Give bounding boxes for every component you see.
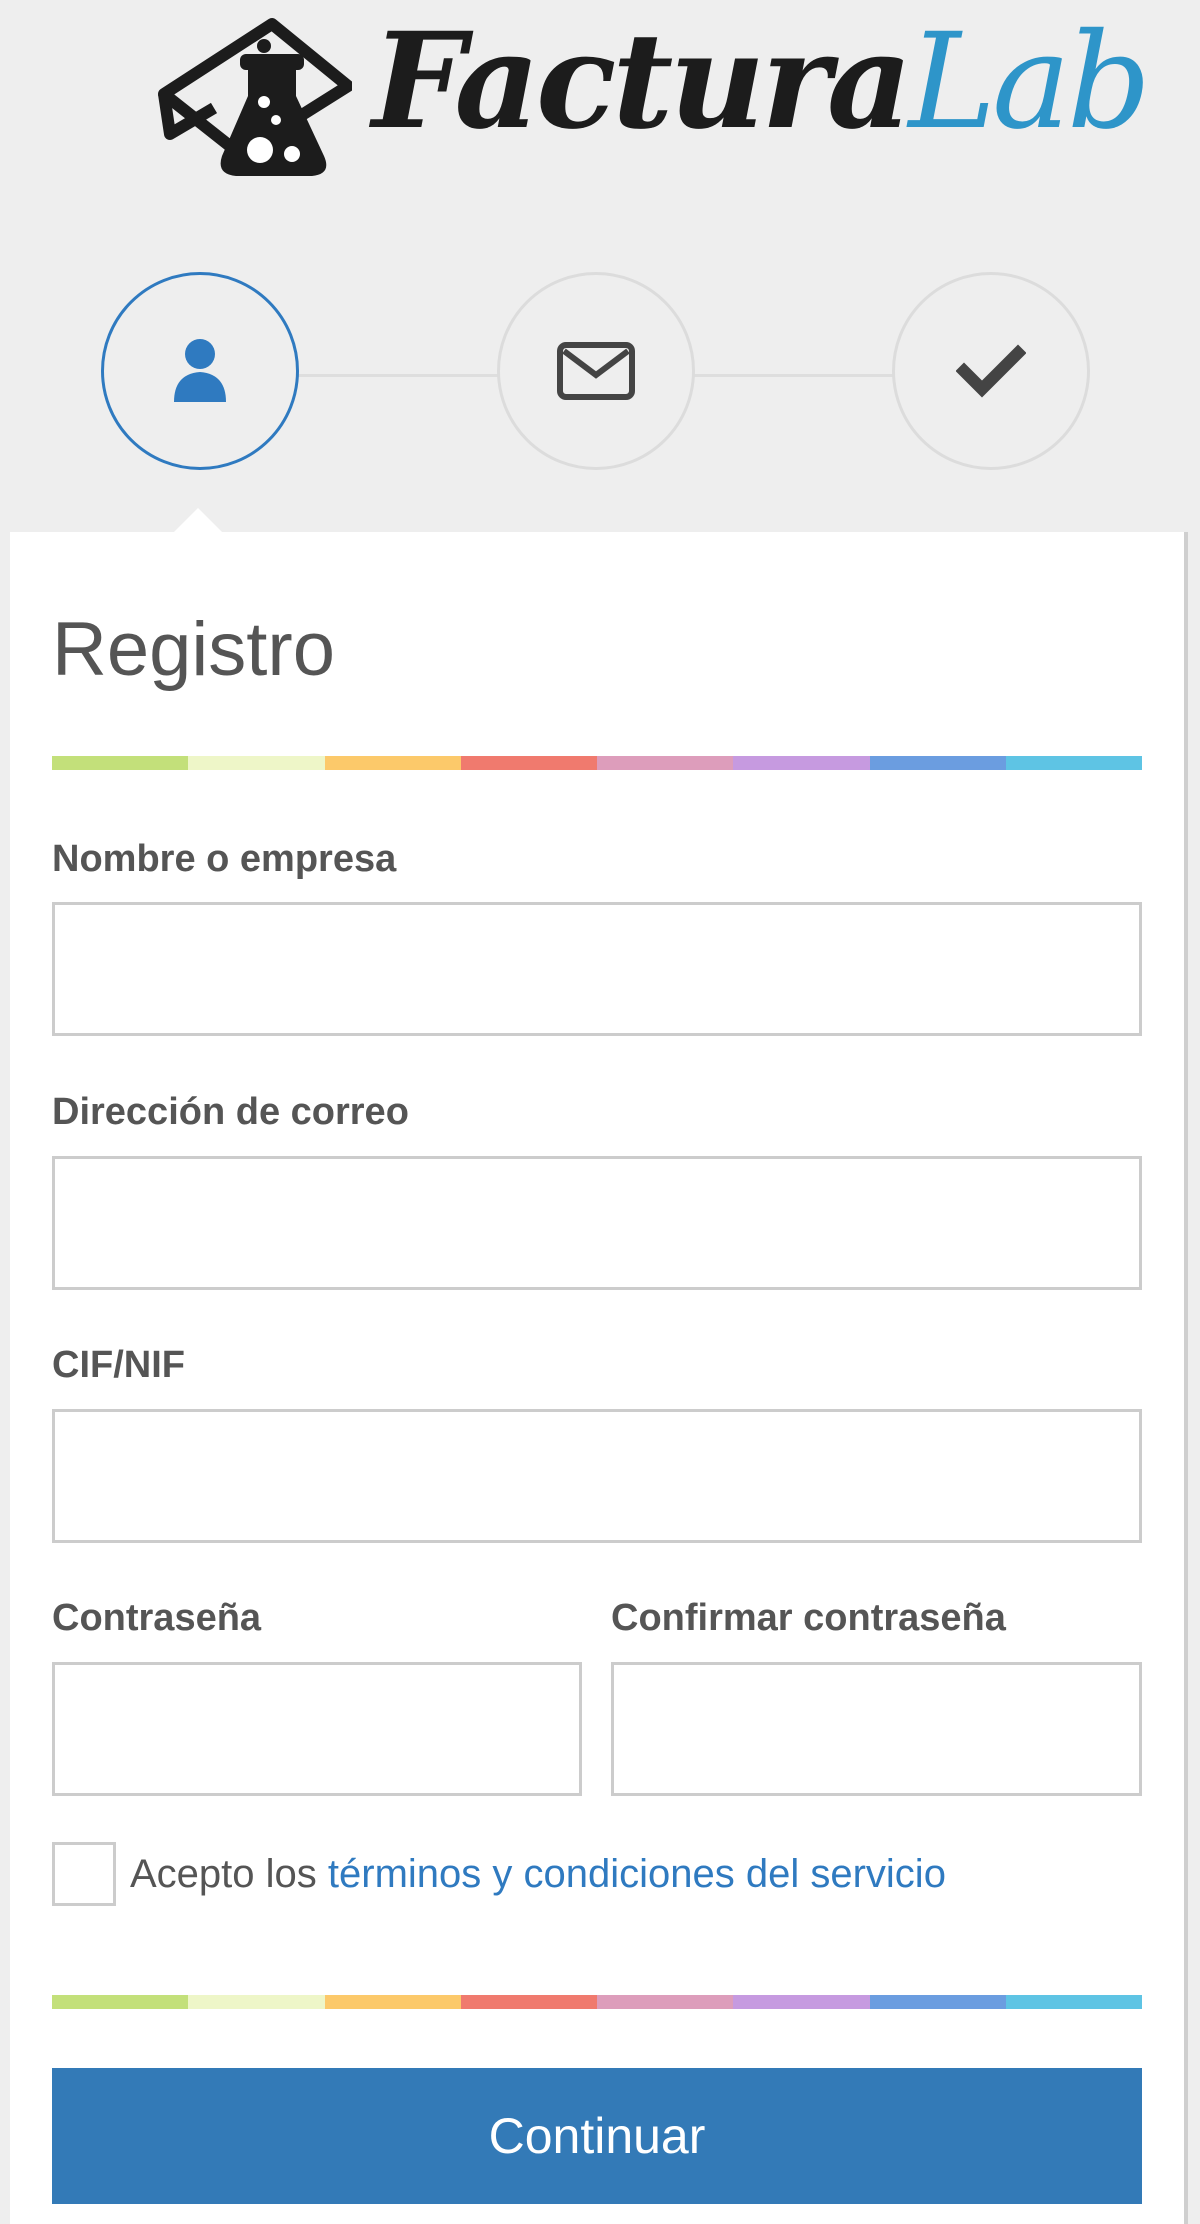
logo-wordmark: FacturaLab	[372, 16, 1151, 149]
name-label: Nombre o empresa	[52, 838, 397, 880]
logo-text-factura: Factura	[372, 4, 912, 159]
confirm-password-field[interactable]	[611, 1662, 1142, 1796]
step-connector	[298, 374, 498, 377]
terms-checkbox[interactable]	[52, 1842, 116, 1906]
step-email[interactable]	[497, 272, 695, 470]
password-label: Contraseña	[52, 1597, 262, 1639]
continue-button[interactable]: Continuar	[52, 2068, 1142, 2204]
name-field[interactable]	[52, 902, 1142, 1036]
email-field[interactable]	[52, 1156, 1142, 1290]
confirm-password-label: Confirmar contraseña	[611, 1597, 1006, 1639]
envelope-icon	[557, 342, 635, 400]
checkmark-icon	[956, 344, 1026, 398]
cif-field[interactable]	[52, 1409, 1142, 1543]
terms-link[interactable]: términos y condiciones del servicio	[328, 1852, 946, 1896]
page-title: Registro	[52, 607, 335, 692]
color-stripe-bottom	[52, 1995, 1142, 2009]
step-connector	[694, 374, 894, 377]
terms-row: Acepto los términos y condiciones del se…	[52, 1842, 946, 1906]
password-field[interactable]	[52, 1662, 582, 1796]
step-confirm[interactable]	[892, 272, 1090, 470]
email-label: Dirección de correo	[52, 1091, 409, 1133]
card-pointer	[172, 508, 224, 534]
user-icon	[174, 339, 226, 402]
terms-text: Acepto los términos y condiciones del se…	[130, 1852, 946, 1897]
registration-steps	[0, 270, 1200, 480]
cif-label: CIF/NIF	[52, 1344, 185, 1386]
step-account[interactable]	[101, 272, 299, 470]
registration-card	[10, 532, 1184, 2224]
terms-prefix: Acepto los	[130, 1851, 328, 1896]
flask-graduation-cap-icon	[158, 18, 352, 176]
color-stripe-top	[52, 756, 1142, 770]
logo-text-lab: Lab	[908, 5, 1151, 159]
facturalab-logo: FacturaLab	[150, 8, 1151, 198]
